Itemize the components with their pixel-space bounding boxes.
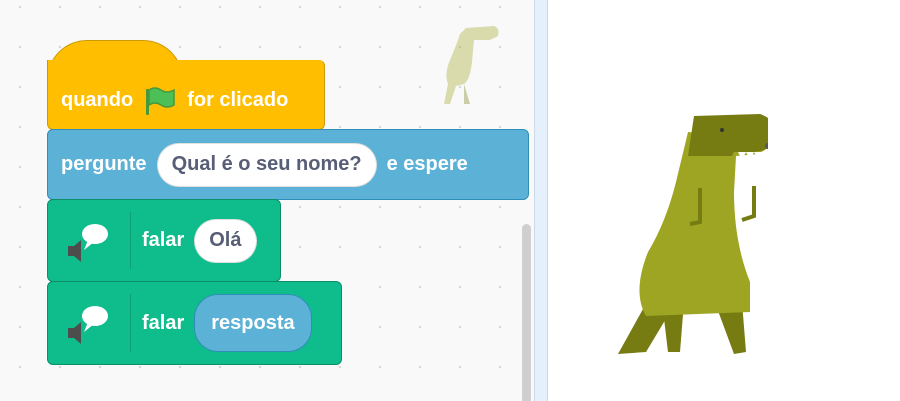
sprite-watermark-icon	[444, 26, 499, 104]
block-separator	[130, 212, 131, 269]
say-label: falar	[142, 229, 185, 251]
speech-bubble-icon	[68, 224, 108, 262]
answer-reporter[interactable]: resposta	[194, 294, 312, 352]
stage[interactable]	[548, 0, 900, 401]
say-label: falar	[142, 311, 185, 334]
say-block-2[interactable]: falar resposta	[47, 281, 342, 365]
when-label: quando	[61, 89, 134, 111]
ask-label: pergunte	[61, 153, 147, 175]
vertical-scrollbar[interactable]	[522, 224, 531, 401]
when-flag-clicked-block[interactable]: quando for clicado	[47, 60, 325, 130]
say-text-input[interactable]: Olá	[194, 218, 257, 263]
ask-and-wait-block[interactable]: pergunte Qual é o seu nome? e espere	[47, 129, 529, 200]
speech-bubble-icon	[68, 306, 108, 344]
code-workspace[interactable]: quando for clicado pergunte Qual é o seu…	[0, 0, 535, 401]
green-flag-icon	[146, 86, 175, 115]
say-block-1[interactable]: falar Olá	[47, 199, 281, 282]
wait-label: e espere	[386, 153, 468, 175]
block-separator	[130, 294, 131, 352]
clicked-label: for clicado	[187, 89, 289, 111]
question-input[interactable]: Qual é o seu nome?	[156, 142, 377, 187]
dinosaur-sprite[interactable]	[618, 112, 768, 360]
pane-divider	[534, 0, 548, 401]
